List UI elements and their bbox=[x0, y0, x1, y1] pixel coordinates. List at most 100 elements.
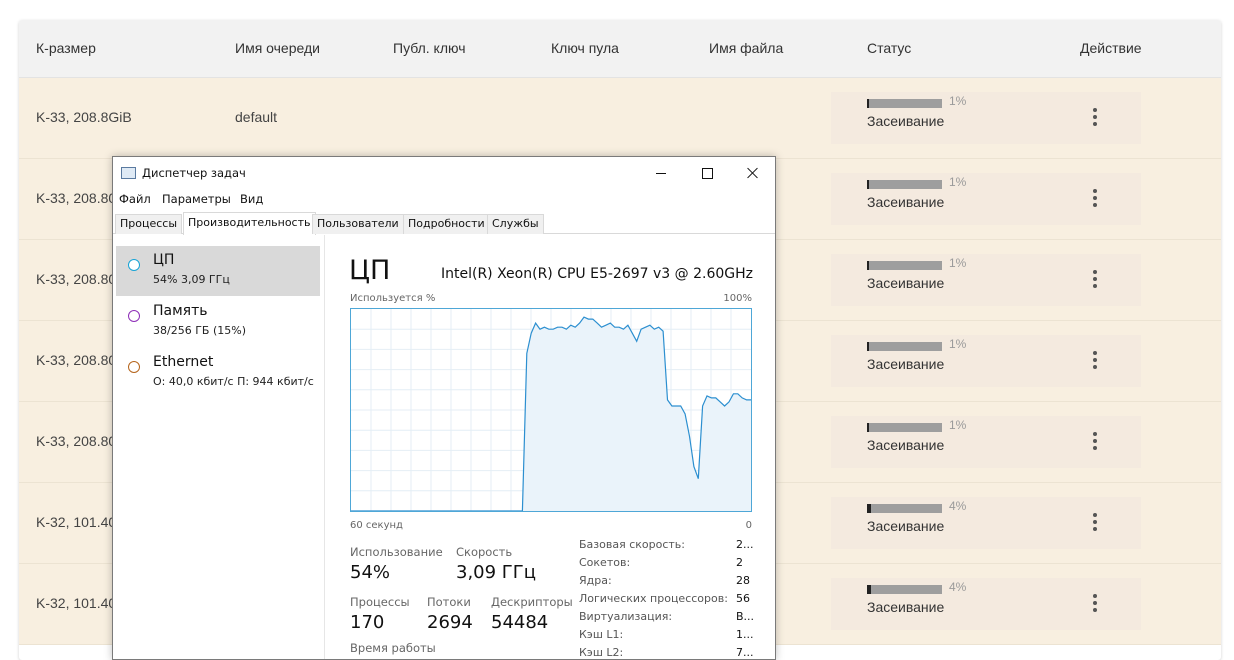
progress-bar bbox=[867, 180, 942, 189]
status-text: Засеивание bbox=[867, 194, 945, 210]
status-text: Засеивание bbox=[867, 437, 945, 453]
speed-value: 3,09 ГГц bbox=[456, 562, 537, 583]
col-poolkey[interactable]: Ключ пула bbox=[551, 20, 619, 78]
status-text: Засеивание bbox=[867, 356, 945, 372]
cpu-graph-icon bbox=[128, 259, 140, 271]
more-actions-icon[interactable] bbox=[1087, 592, 1103, 616]
cell-size: K-33, 208.80 bbox=[36, 271, 117, 287]
processes-value: 170 bbox=[350, 612, 385, 633]
usage-value: 54% bbox=[350, 562, 391, 583]
top-strip bbox=[0, 0, 1234, 8]
resource-memory-name: Память bbox=[153, 303, 208, 319]
progress-percent: 1% bbox=[949, 175, 967, 189]
menu-options[interactable]: Параметры bbox=[162, 192, 231, 206]
detail-value: 2... bbox=[736, 538, 754, 551]
col-status[interactable]: Статус bbox=[867, 20, 911, 78]
resource-cpu[interactable]: ЦП 54% 3,09 ГГц bbox=[116, 246, 320, 296]
graph-max: 100% bbox=[723, 293, 752, 304]
detail-key: Логических процессоров: bbox=[579, 592, 728, 605]
status-text: Засеивание bbox=[867, 518, 945, 534]
tab-users[interactable]: Пользователи bbox=[312, 214, 404, 234]
more-actions-icon[interactable] bbox=[1087, 511, 1103, 535]
handles-label: Дескрипторы bbox=[491, 595, 573, 609]
tab-processes[interactable]: Процессы bbox=[115, 214, 183, 234]
detail-value: 2 bbox=[736, 556, 743, 569]
task-manager-window[interactable]: Диспетчер задач Файл Параметры Вид Проце… bbox=[112, 156, 776, 660]
resource-cpu-name: ЦП bbox=[153, 252, 175, 268]
progress-percent: 1% bbox=[949, 337, 967, 351]
cpu-title: ЦП bbox=[349, 255, 391, 286]
table-header: К-размер Имя очереди Публ. ключ Ключ пул… bbox=[19, 20, 1221, 78]
detail-value: 28 bbox=[736, 574, 750, 587]
progress-bar bbox=[867, 342, 942, 351]
cpu-usage-svg bbox=[351, 309, 751, 512]
graph-min: 0 bbox=[745, 520, 752, 531]
progress-percent: 4% bbox=[949, 499, 967, 513]
detail-value: 1... bbox=[736, 628, 754, 641]
detail-key: Сокетов: bbox=[579, 556, 631, 569]
usage-label: Использование bbox=[350, 545, 443, 559]
cell-size: K-33, 208.80 bbox=[36, 433, 117, 449]
table-row[interactable]: K-33, 208.8GiB default 1% Засеивание bbox=[19, 78, 1221, 159]
progress-bar bbox=[867, 423, 942, 432]
graph-time: 60 секунд bbox=[350, 520, 403, 531]
progress-bar bbox=[867, 504, 942, 513]
close-icon[interactable] bbox=[730, 157, 776, 189]
col-size[interactable]: К-размер bbox=[36, 20, 96, 78]
cell-queue: default bbox=[235, 109, 278, 125]
tab-services[interactable]: Службы bbox=[487, 214, 544, 234]
col-action: Действие bbox=[1080, 40, 1142, 56]
resource-ethernet[interactable]: Ethernet О: 40,0 кбит/с П: 944 кбит/с bbox=[116, 348, 320, 398]
resource-list: ЦП 54% 3,09 ГГц Память 38/256 ГБ (15%) E… bbox=[113, 235, 325, 659]
detail-key: Ядра: bbox=[579, 574, 612, 587]
resource-ethernet-name: Ethernet bbox=[153, 354, 214, 370]
uptime-label: Время работы bbox=[350, 641, 436, 655]
resource-memory-sub: 38/256 ГБ (15%) bbox=[153, 324, 246, 337]
graph-label: Используется % bbox=[350, 293, 436, 304]
status-text: Засеивание bbox=[867, 275, 945, 291]
minimize-icon[interactable] bbox=[638, 157, 684, 189]
cell-size: K-32, 101.40 bbox=[36, 514, 117, 530]
detail-key: Кэш L1: bbox=[579, 628, 624, 641]
cell-size: K-33, 208.80 bbox=[36, 352, 117, 368]
threads-value: 2694 bbox=[427, 612, 473, 633]
menu-file[interactable]: Файл bbox=[119, 192, 151, 206]
maximize-icon[interactable] bbox=[684, 157, 730, 189]
speed-label: Скорость bbox=[456, 545, 513, 559]
resource-cpu-sub: 54% 3,09 ГГц bbox=[153, 273, 230, 286]
task-manager-app-icon bbox=[121, 167, 136, 179]
cell-size: K-32, 101.40 bbox=[36, 595, 117, 611]
tab-details[interactable]: Подробности bbox=[403, 214, 490, 234]
more-actions-icon[interactable] bbox=[1087, 187, 1103, 211]
more-actions-icon[interactable] bbox=[1087, 106, 1103, 130]
detail-value: 7... bbox=[736, 646, 754, 659]
performance-panel: ЦП Intel(R) Xeon(R) CPU E5-2697 v3 @ 2.6… bbox=[326, 235, 775, 659]
status-text: Засеивание bbox=[867, 113, 945, 129]
menu-view[interactable]: Вид bbox=[240, 192, 263, 206]
col-filename[interactable]: Имя файла bbox=[709, 20, 783, 78]
resource-memory[interactable]: Память 38/256 ГБ (15%) bbox=[116, 297, 320, 347]
memory-graph-icon bbox=[128, 310, 140, 322]
cpu-usage-graph bbox=[350, 308, 752, 512]
progress-bar bbox=[867, 261, 942, 270]
more-actions-icon[interactable] bbox=[1087, 349, 1103, 373]
col-pubkey[interactable]: Публ. ключ bbox=[393, 20, 466, 78]
col-queue[interactable]: Имя очереди bbox=[235, 20, 320, 78]
title-bar[interactable]: Диспетчер задач bbox=[113, 157, 775, 189]
more-actions-icon[interactable] bbox=[1087, 430, 1103, 454]
more-actions-icon[interactable] bbox=[1087, 268, 1103, 292]
cell-size: K-33, 208.8GiB bbox=[36, 109, 132, 125]
handles-value: 54484 bbox=[491, 612, 549, 633]
detail-key: Базовая скорость: bbox=[579, 538, 685, 551]
progress-percent: 4% bbox=[949, 580, 967, 594]
processes-label: Процессы bbox=[350, 595, 410, 609]
cell-size: K-33, 208.80 bbox=[36, 190, 117, 206]
tab-strip: Процессы Производительность Пользователи… bbox=[113, 212, 775, 235]
window-title: Диспетчер задач bbox=[142, 166, 246, 180]
detail-key: Кэш L2: bbox=[579, 646, 624, 659]
status-text: Засеивание bbox=[867, 599, 945, 615]
tab-performance[interactable]: Производительность bbox=[183, 212, 316, 235]
detail-value: В... bbox=[736, 610, 755, 623]
threads-label: Потоки bbox=[427, 595, 471, 609]
detail-value: 56 bbox=[736, 592, 750, 605]
